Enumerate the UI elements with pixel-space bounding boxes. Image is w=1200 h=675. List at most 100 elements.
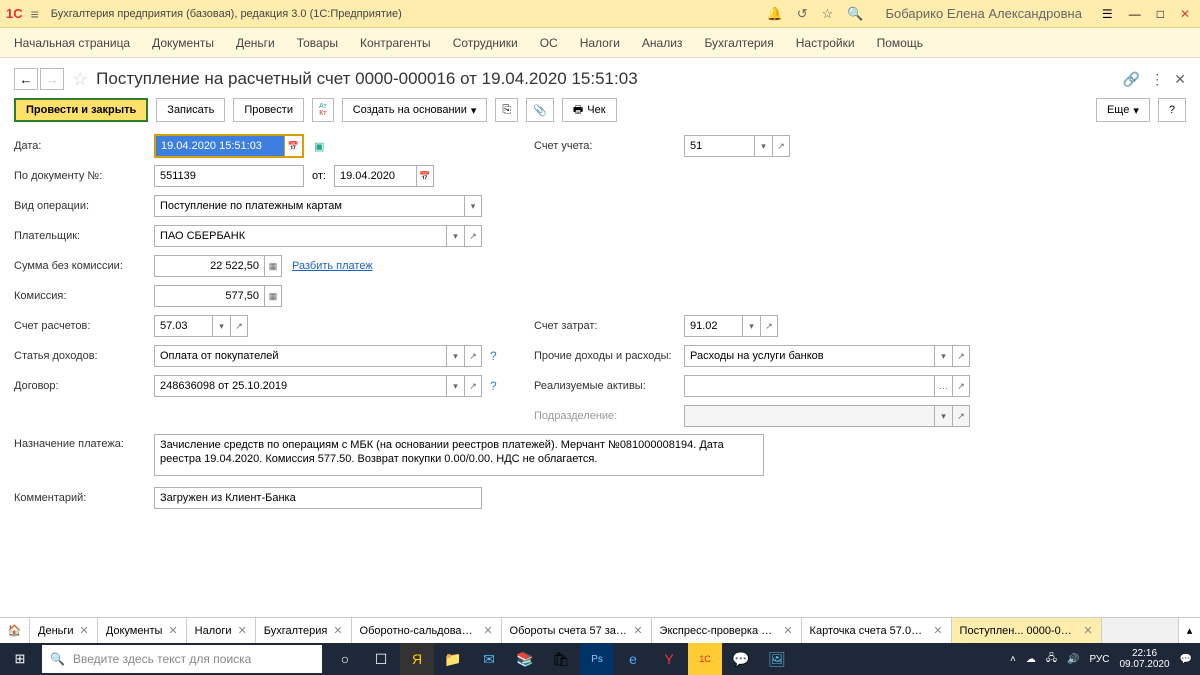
tab[interactable]: Экспресс-проверка ве...✕ (652, 618, 802, 643)
tray-up-icon[interactable]: ˄ (1010, 654, 1016, 665)
open-icon[interactable]: ↗ (772, 135, 790, 157)
1c-icon[interactable]: 1C (688, 643, 722, 675)
calc-icon[interactable]: ▦ (264, 285, 282, 307)
save-button[interactable]: Записать (156, 98, 225, 122)
payer-input[interactable] (154, 225, 446, 247)
docnum-date-input[interactable] (334, 165, 416, 187)
create-based-on-button[interactable]: Создать на основании ▾ (342, 98, 488, 122)
onedrive-icon[interactable]: ☁ (1026, 654, 1036, 665)
open-icon[interactable]: ↗ (464, 225, 482, 247)
more-actions-icon[interactable]: ⋮ (1150, 71, 1164, 88)
income-article-input[interactable] (154, 345, 446, 367)
menu-fixed-assets[interactable]: ОС (540, 36, 558, 50)
tab[interactable]: Документы✕ (98, 618, 187, 643)
help-icon[interactable]: ? (490, 379, 497, 393)
close-icon[interactable]: ✕ (783, 624, 792, 637)
post-and-close-button[interactable]: Провести и закрыть (14, 98, 148, 122)
chevron-down-icon[interactable]: ▾ (464, 195, 482, 217)
close-icon[interactable]: ✕ (80, 624, 89, 637)
calc-icon[interactable]: ▦ (264, 255, 282, 277)
structure-button[interactable]: ⎘ (495, 98, 518, 122)
favorite-icon[interactable]: ☆ (72, 69, 88, 90)
chevron-down-icon[interactable]: ▾ (446, 375, 464, 397)
store-icon[interactable]: 🛍 (544, 643, 578, 675)
calendar-icon[interactable]: 📅 (284, 136, 302, 156)
open-icon[interactable]: ↗ (464, 345, 482, 367)
nav-back-button[interactable]: ← (14, 68, 38, 90)
menu-money[interactable]: Деньги (236, 36, 275, 50)
close-icon[interactable]: ✕ (168, 624, 177, 637)
minimize-icon[interactable]: — (1125, 5, 1145, 23)
cortana-icon[interactable]: ○ (328, 643, 362, 675)
menu-counterparties[interactable]: Контрагенты (360, 36, 431, 50)
whatsapp-icon[interactable]: 💬 (724, 643, 758, 675)
chevron-down-icon[interactable]: ▾ (754, 135, 772, 157)
language-indicator[interactable]: РУС (1089, 654, 1109, 665)
chevron-down-icon[interactable]: ▾ (446, 345, 464, 367)
open-icon[interactable]: ↗ (760, 315, 778, 337)
open-icon[interactable]: ↗ (952, 375, 970, 397)
operation-type-input[interactable] (154, 195, 464, 217)
mail-icon[interactable]: ✉ (472, 643, 506, 675)
history-icon[interactable]: ↺ (797, 6, 808, 22)
chevron-down-icon[interactable]: ▾ (446, 225, 464, 247)
photoshop-icon[interactable]: Ps (580, 643, 614, 675)
close-icon[interactable]: ✕ (333, 624, 342, 637)
cheque-button[interactable]: 🖶 Чек (562, 98, 617, 122)
menu-employees[interactable]: Сотрудники (453, 36, 518, 50)
chevron-down-icon[interactable]: ▾ (742, 315, 760, 337)
help-button[interactable]: ? (1158, 98, 1186, 122)
maximize-icon[interactable]: □ (1153, 5, 1168, 23)
windows-search[interactable]: 🔍 Введите здесь текст для поиска (42, 645, 322, 673)
sum-input[interactable] (154, 255, 264, 277)
close-window-icon[interactable]: ✕ (1176, 5, 1194, 23)
notifications-icon[interactable]: 💬 (1180, 654, 1192, 665)
network-icon[interactable]: 🖧 (1046, 651, 1057, 668)
yandex-icon[interactable]: Я (400, 643, 434, 675)
open-icon[interactable]: ↗ (952, 345, 970, 367)
cost-account-input[interactable] (684, 315, 742, 337)
star-icon[interactable]: ☆ (822, 6, 834, 22)
ellipsis-icon[interactable]: … (934, 375, 952, 397)
docnum-input[interactable] (154, 165, 304, 187)
close-icon[interactable]: ✕ (483, 624, 492, 637)
more-button[interactable]: Еще ▾ (1096, 98, 1150, 122)
menu-icon[interactable]: ≡ (31, 6, 39, 22)
menu-goods[interactable]: Товары (297, 36, 338, 50)
tab[interactable]: Бухгалтерия✕ (256, 618, 352, 643)
menu-home[interactable]: Начальная страница (14, 36, 130, 50)
attach-button[interactable]: 📎 (526, 98, 554, 122)
close-icon[interactable]: ✕ (633, 624, 642, 637)
explorer-icon[interactable]: 📁 (436, 643, 470, 675)
open-icon[interactable]: ↗ (464, 375, 482, 397)
nav-forward-button[interactable]: → (40, 68, 64, 90)
taskview-icon[interactable]: ☐ (364, 643, 398, 675)
close-icon[interactable]: ✕ (933, 624, 942, 637)
commission-input[interactable] (154, 285, 264, 307)
other-income-input[interactable] (684, 345, 934, 367)
menu-settings[interactable]: Настройки (796, 36, 855, 50)
menu-documents[interactable]: Документы (152, 36, 214, 50)
tab[interactable]: Обороты счета 57 за И...✕ (502, 618, 652, 643)
edge-icon[interactable]: e (616, 643, 650, 675)
contract-input[interactable] (154, 375, 446, 397)
tab[interactable]: Деньги✕ (30, 618, 98, 643)
yandex-browser-icon[interactable]: Y (652, 643, 686, 675)
start-button[interactable]: ⊞ (0, 643, 40, 675)
link-icon[interactable]: 🔗 (1123, 71, 1140, 88)
menu-help[interactable]: Помощь (877, 36, 923, 50)
bell-icon[interactable]: 🔔 (767, 6, 783, 22)
assets-input[interactable] (684, 375, 934, 397)
clock[interactable]: 22:16 09.07.2020 (1119, 648, 1169, 670)
tabs-scroll-button[interactable]: ▴ (1178, 618, 1200, 643)
date-input[interactable] (156, 136, 284, 156)
close-icon[interactable]: ✕ (1083, 624, 1092, 637)
help-icon[interactable]: ? (490, 349, 497, 363)
volume-icon[interactable]: 🔊 (1067, 654, 1079, 665)
split-payment-link[interactable]: Разбить платеж (292, 260, 373, 272)
menu-analysis[interactable]: Анализ (642, 36, 683, 50)
account-input[interactable] (684, 135, 754, 157)
close-document-icon[interactable]: ✕ (1174, 71, 1186, 88)
libs-icon[interactable]: 📚 (508, 643, 542, 675)
comment-input[interactable] (154, 487, 482, 509)
